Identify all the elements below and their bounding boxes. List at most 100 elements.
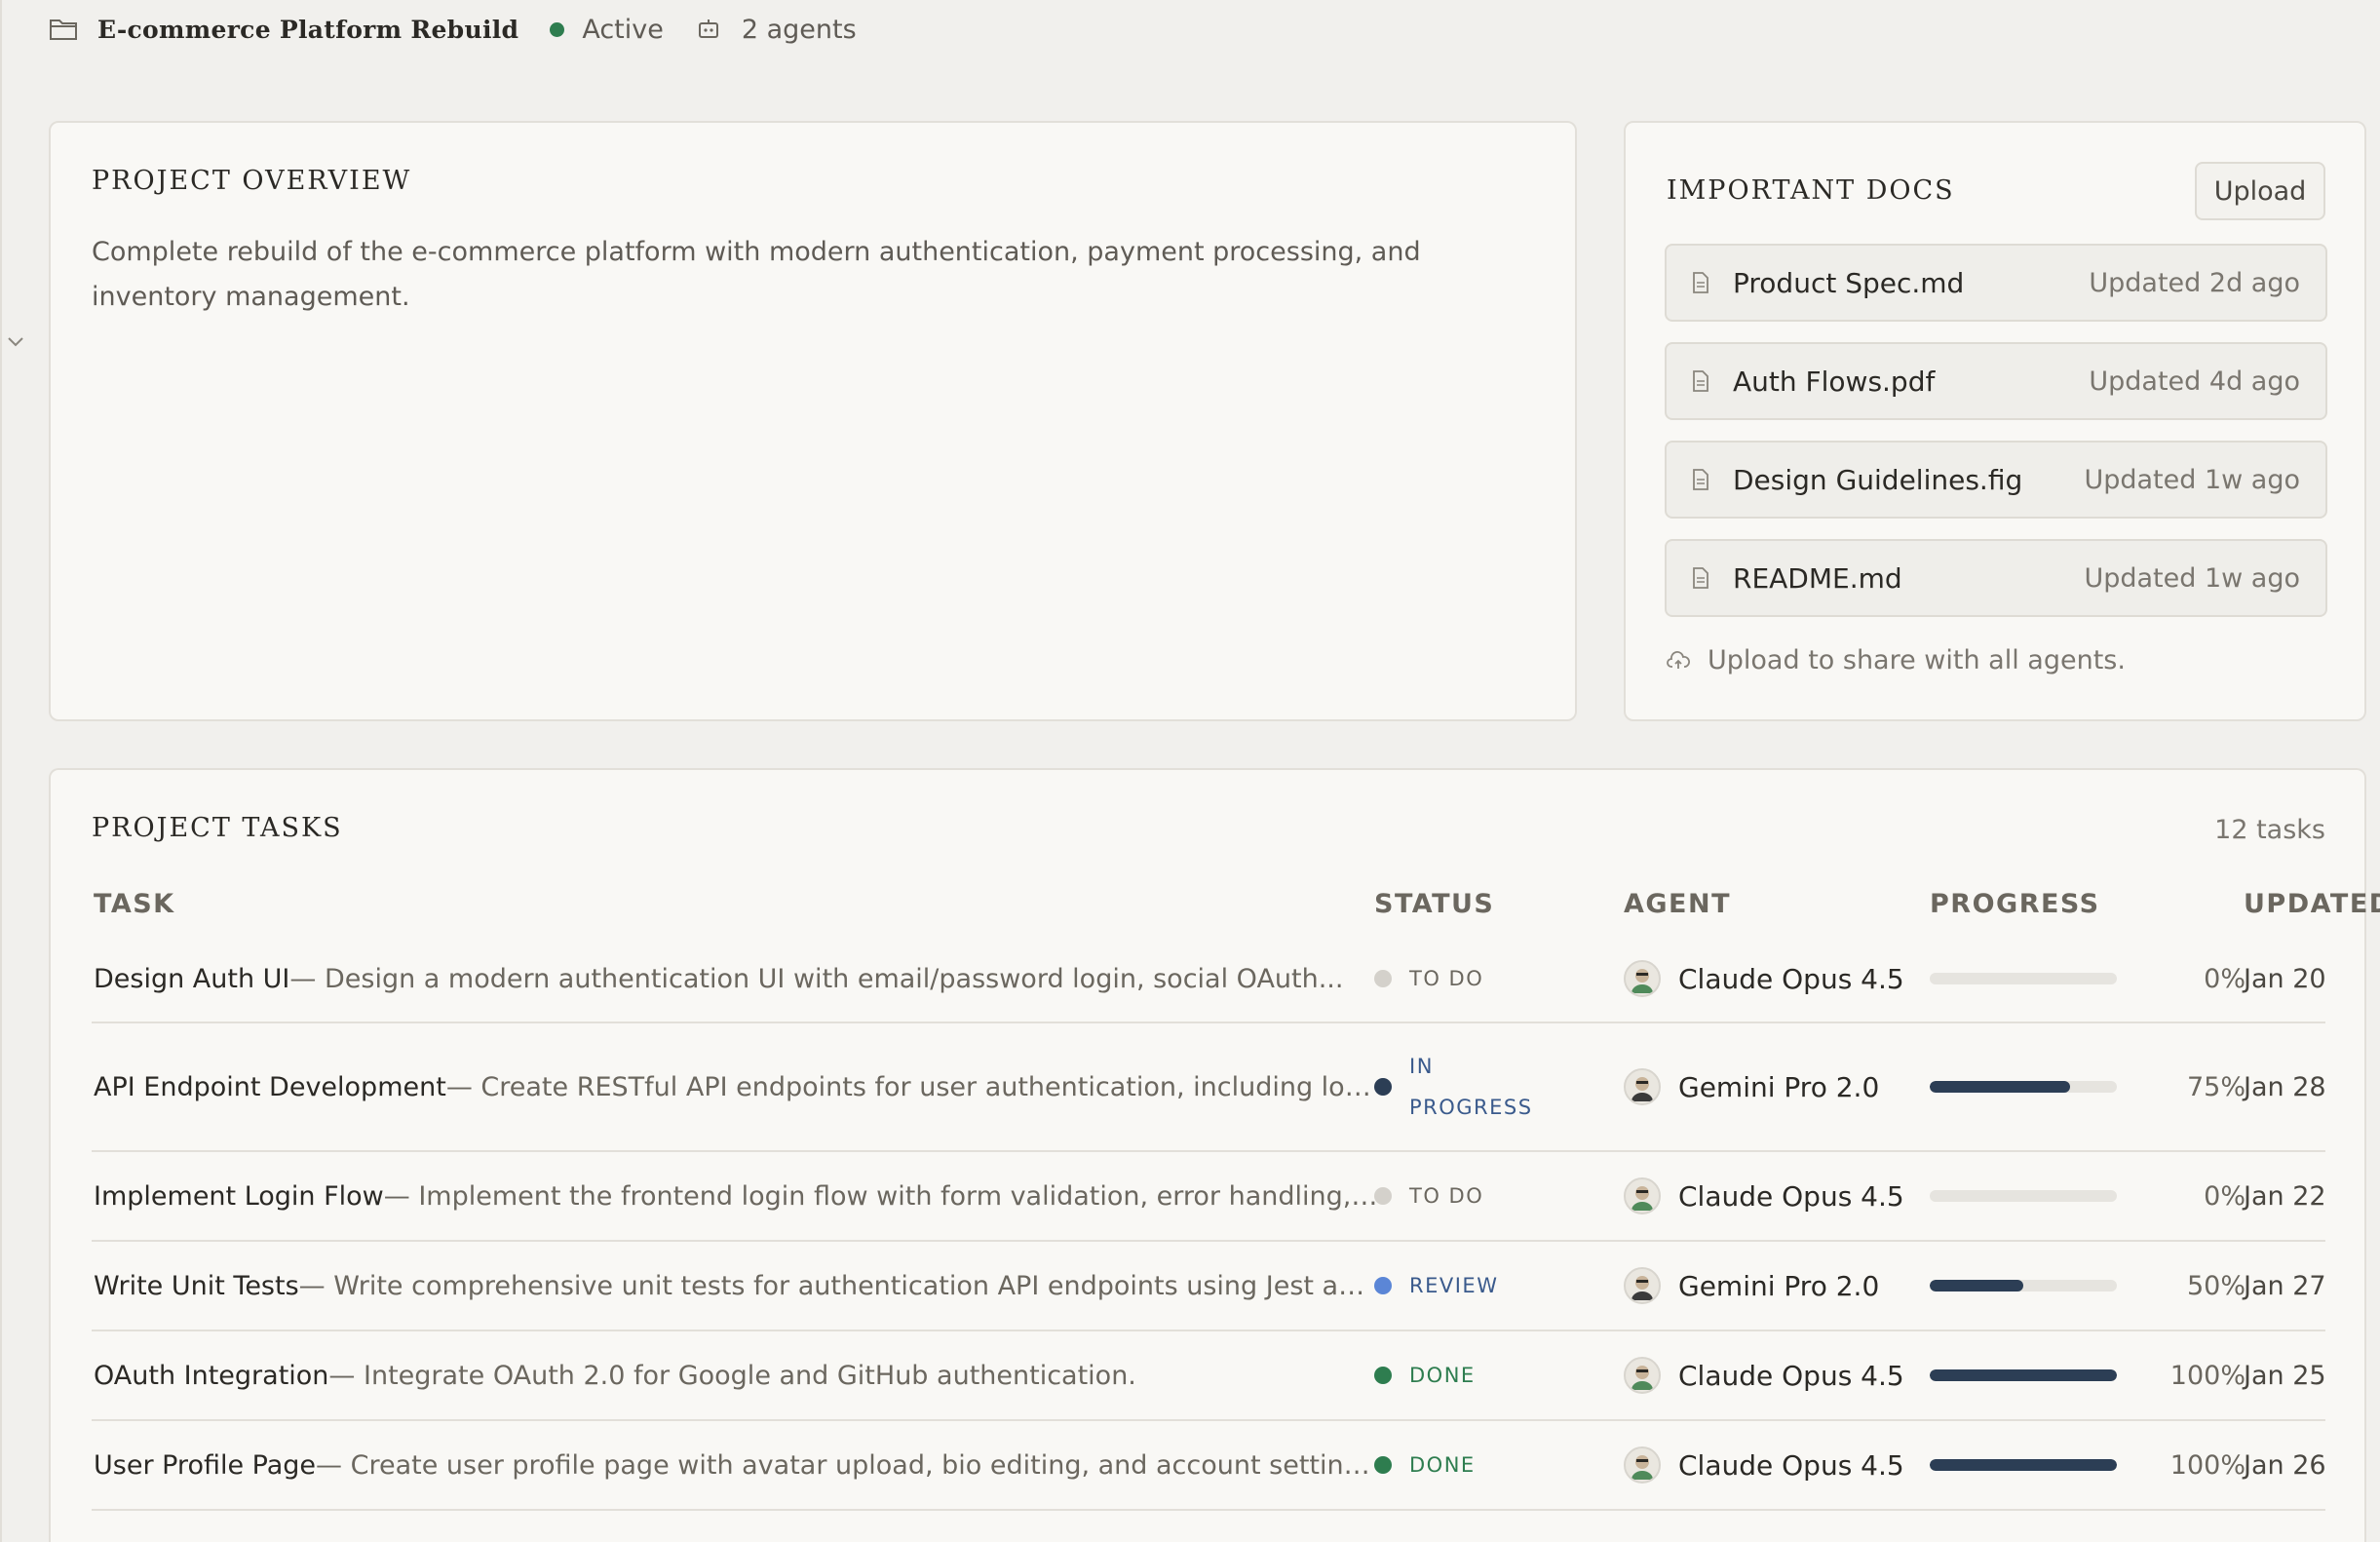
updated-date: Jan 27 — [2244, 1270, 2326, 1301]
doc-list: Product Spec.md Updated 2d ago Auth Flow… — [1665, 244, 2327, 637]
status-dot — [1374, 1277, 1392, 1294]
progress-cell — [1930, 1421, 2117, 1509]
column-header-task[interactable]: TASK — [94, 889, 175, 919]
agent-name: Claude Opus 4.5 — [1678, 1359, 1904, 1392]
updated-date: Jan 28 — [2244, 1071, 2326, 1102]
progress-bar — [1930, 973, 2117, 984]
project-tasks-card: PROJECT TASKS 12 tasks TASK STATUS AGENT… — [49, 768, 2380, 1542]
avatar — [1624, 1357, 1661, 1394]
task-description: — Create user profile page with avatar u… — [316, 1449, 1380, 1481]
updated-date: Jan 25 — [2244, 1360, 2326, 1391]
doc-item[interactable]: Auth Flows.pdf Updated 4d ago — [1665, 342, 2327, 420]
task-name[interactable]: Write Unit Tests — [94, 1271, 299, 1301]
column-header-agent[interactable]: AGENT — [1624, 889, 1731, 919]
doc-updated: Updated 4d ago — [2089, 366, 2300, 397]
agent-name: Claude Opus 4.5 — [1678, 962, 1904, 995]
table-row[interactable]: OAuth Integration — Integrate OAuth 2.0 … — [92, 1331, 2326, 1421]
status-cell: TO DO — [1374, 1152, 1550, 1240]
status-dot — [1374, 1187, 1392, 1205]
task-name[interactable]: Design Auth UI — [94, 964, 289, 994]
project-title: E-commerce Platform Rebuild — [97, 15, 519, 44]
table-row[interactable]: Write Unit Tests — Write comprehensive u… — [92, 1242, 2326, 1331]
progress-cell — [1930, 1023, 2117, 1150]
status-dot — [1374, 1078, 1392, 1096]
overview-title: PROJECT OVERVIEW — [92, 166, 412, 196]
agent-name: Gemini Pro 2.0 — [1678, 1269, 1880, 1302]
updated-date: Jan 22 — [2244, 1180, 2326, 1212]
project-overview-card: PROJECT OVERVIEW Complete rebuild of the… — [49, 121, 1577, 721]
status-cell: REVIEW — [1374, 1242, 1550, 1330]
progress-bar — [1930, 1081, 2117, 1093]
share-note-text: Upload to share with all agents. — [1708, 645, 2126, 675]
status-label: TO DO — [1409, 967, 1484, 990]
avatar — [1624, 1177, 1661, 1214]
upload-button[interactable]: Upload — [2195, 162, 2325, 220]
table-row[interactable]: API Endpoint Development — Create RESTfu… — [92, 1023, 2326, 1152]
status-label: IN PROGRESS — [1409, 1055, 1533, 1119]
table-header: TASK STATUS AGENT PROGRESS UPDATED — [92, 889, 2380, 928]
avatar — [1624, 960, 1661, 997]
task-name[interactable]: Implement Login Flow — [94, 1181, 384, 1212]
chevron-down-icon[interactable] — [5, 331, 26, 353]
progress-fill — [1930, 1459, 2117, 1471]
task-name[interactable]: OAuth Integration — [94, 1361, 328, 1391]
table-row[interactable]: Design Auth UI — Design a modern authent… — [92, 936, 2326, 1023]
task-name[interactable]: User Profile Page — [94, 1450, 316, 1481]
progress-cell — [1930, 1331, 2117, 1419]
progress-percent: 75% — [2186, 1071, 2246, 1102]
doc-updated: Updated 2d ago — [2089, 267, 2300, 298]
table-row[interactable]: Implement Login Flow — Implement the fro… — [92, 1152, 2326, 1242]
status-label: DONE — [1409, 1364, 1476, 1387]
progress-bar — [1930, 1459, 2117, 1471]
task-name[interactable]: API Endpoint Development — [94, 1072, 446, 1102]
progress-percent: 100% — [2169, 1360, 2246, 1391]
doc-item[interactable]: Product Spec.md Updated 2d ago — [1665, 244, 2327, 322]
file-icon — [1692, 565, 1713, 591]
doc-name: Design Guidelines.fig — [1733, 463, 2023, 496]
status-label: TO DO — [1409, 1184, 1484, 1208]
agent-name: Gemini Pro 2.0 — [1678, 1070, 1880, 1103]
progress-bar — [1930, 1190, 2117, 1202]
agent-cell: Claude Opus 4.5 — [1624, 1152, 1916, 1240]
doc-item[interactable]: README.md Updated 1w ago — [1665, 539, 2327, 617]
status-dot — [1374, 970, 1392, 987]
task-description: — Implement the frontend login flow with… — [383, 1180, 1380, 1212]
project-header: E-commerce Platform Rebuild Active 2 age… — [49, 10, 857, 49]
column-header-updated[interactable]: UPDATED — [2244, 889, 2380, 919]
status-label: REVIEW — [1409, 1274, 1499, 1297]
share-note: Upload to share with all agents. — [1667, 645, 2126, 675]
task-cell: API Endpoint Development — Create RESTfu… — [94, 1023, 1380, 1150]
sidebar-edge — [0, 0, 2, 1542]
updated-date: Jan 20 — [2244, 963, 2326, 994]
agent-name: Claude Opus 4.5 — [1678, 1448, 1904, 1482]
doc-name: Product Spec.md — [1733, 266, 1965, 299]
column-header-status[interactable]: STATUS — [1374, 889, 1494, 919]
overview-description: Complete rebuild of the e-commerce platf… — [92, 237, 1421, 312]
status-dot — [1374, 1367, 1392, 1384]
progress-cell — [1930, 1242, 2117, 1330]
task-description: — Write comprehensive unit tests for aut… — [298, 1270, 1380, 1301]
doc-name: Auth Flows.pdf — [1733, 365, 1936, 398]
status-cell: IN PROGRESS — [1374, 1023, 1550, 1150]
task-cell: Design Auth UI — Design a modern authent… — [94, 936, 1380, 1022]
progress-percent: 50% — [2186, 1270, 2246, 1301]
avatar — [1624, 1446, 1661, 1484]
task-count: 12 tasks — [2214, 815, 2325, 845]
status-cell: DONE — [1374, 1421, 1550, 1509]
task-cell: User Profile Page — Create user profile … — [94, 1421, 1380, 1509]
status-dot — [1374, 1456, 1392, 1474]
progress-fill — [1930, 1369, 2117, 1381]
avatar — [1624, 1068, 1661, 1105]
task-description: — Create RESTful API endpoints for user … — [445, 1071, 1380, 1102]
status-label: DONE — [1409, 1453, 1476, 1477]
tasks-title: PROJECT TASKS — [92, 813, 343, 843]
status-cell: TO DO — [1374, 936, 1550, 1022]
folder-icon — [49, 16, 82, 43]
file-icon — [1692, 467, 1713, 492]
doc-item[interactable]: Design Guidelines.fig Updated 1w ago — [1665, 441, 2327, 519]
progress-fill — [1930, 1280, 2023, 1291]
column-header-progress[interactable]: PROGRESS — [1930, 889, 2100, 919]
file-icon — [1692, 368, 1713, 394]
doc-updated: Updated 1w ago — [2084, 464, 2300, 495]
table-row[interactable]: User Profile Page — Create user profile … — [92, 1421, 2326, 1511]
